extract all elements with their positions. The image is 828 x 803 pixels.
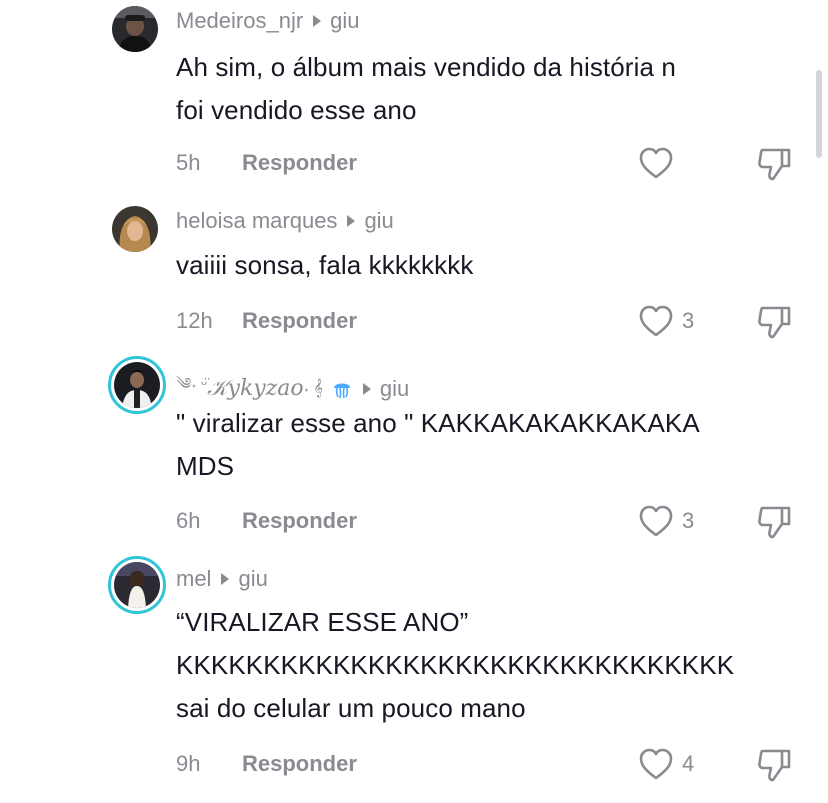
username[interactable]: mel [176, 566, 211, 592]
reply-to-username[interactable]: giu [330, 8, 359, 34]
like-count: 3 [682, 508, 695, 533]
reply-button[interactable]: Responder [242, 150, 357, 176]
comment-header: heloisa marques giu [176, 208, 394, 234]
comment-line: KKKKKKKKKKKKKKKKKKKKKKKKKKKKKKKK [176, 650, 735, 680]
comment-text: Ah sim, o álbum mais vendido da história… [176, 46, 816, 132]
timestamp: 12h [176, 308, 213, 333]
comment-text: “VIRALIZAR ESSE ANO” KKKKKKKKKKKKKKKKKKK… [176, 601, 816, 730]
comment-header: Medeiros_njr giu [176, 8, 360, 34]
reply-to-username[interactable]: giu [364, 208, 393, 234]
comment-line: MDS [176, 451, 235, 481]
avatar[interactable] [108, 556, 166, 614]
comment-line: Ah sim, o álbum mais vendido da história… [176, 52, 676, 82]
comment-meta: 9h Responder [176, 751, 357, 777]
comment-line: " viralizar esse ano " KAKKAKAKAKKAKAKA [176, 408, 700, 438]
thumbs-down-icon [758, 749, 791, 782]
jellyfish-icon [333, 383, 350, 398]
timestamp: 6h [176, 508, 201, 533]
comment-meta: 12h Responder [176, 308, 357, 334]
username[interactable]: heloisa marques [176, 208, 337, 234]
comment-line: foi vendido esse ano [176, 95, 417, 125]
username-suffix: ˖ 𝄞 [303, 379, 323, 397]
like-button[interactable]: 3 [638, 304, 694, 338]
heart-icon [639, 748, 673, 780]
comment-line: sai do celular um pouco mano [176, 693, 526, 723]
reply-button[interactable]: Responder [242, 751, 357, 777]
reply-to-username[interactable]: giu [238, 566, 267, 592]
dislike-button[interactable] [756, 304, 794, 345]
timestamp: 5h [176, 150, 201, 175]
reply-to-username[interactable]: giu [380, 376, 409, 402]
like-button[interactable] [638, 146, 682, 180]
like-count: 3 [682, 308, 695, 333]
heart-icon [639, 505, 673, 537]
avatar[interactable] [108, 356, 166, 414]
reply-arrow-icon [313, 15, 322, 27]
avatar[interactable] [112, 206, 158, 252]
comment-header: mel giu [176, 566, 268, 592]
dislike-button[interactable] [756, 504, 794, 545]
reply-arrow-icon [221, 573, 230, 585]
reply-arrow-icon [362, 382, 371, 395]
reply-arrow-icon [347, 215, 356, 227]
heart-icon [639, 305, 673, 337]
like-button[interactable]: 4 [638, 747, 694, 781]
comment-text: vaiiii sonsa, fala kkkkkkkk [176, 244, 816, 287]
comment-meta: 5h Responder [176, 150, 357, 176]
username[interactable]: 𝒦ykyzao [207, 376, 304, 401]
comment-text: " viralizar esse ano " KAKKAKAKAKKAKAKA … [176, 402, 816, 488]
like-count: 4 [682, 751, 695, 776]
scrollbar[interactable] [816, 70, 822, 158]
timestamp: 9h [176, 751, 201, 776]
avatar[interactable] [112, 6, 158, 52]
thumbs-down-icon [758, 306, 791, 339]
dislike-button[interactable] [756, 146, 794, 187]
reply-button[interactable]: Responder [242, 508, 357, 534]
thumbs-down-icon [758, 506, 791, 539]
username[interactable]: Medeiros_njr [176, 8, 303, 34]
heart-icon [639, 147, 673, 179]
dislike-button[interactable] [756, 747, 794, 788]
thumbs-down-icon [758, 148, 791, 181]
like-button[interactable]: 3 [638, 504, 694, 538]
reply-button[interactable]: Responder [242, 308, 357, 334]
comment-meta: 6h Responder [176, 508, 357, 534]
comment-line: “VIRALIZAR ESSE ANO” [176, 607, 469, 637]
comment-line: vaiiii sonsa, fala kkkkkkkk [176, 250, 474, 280]
